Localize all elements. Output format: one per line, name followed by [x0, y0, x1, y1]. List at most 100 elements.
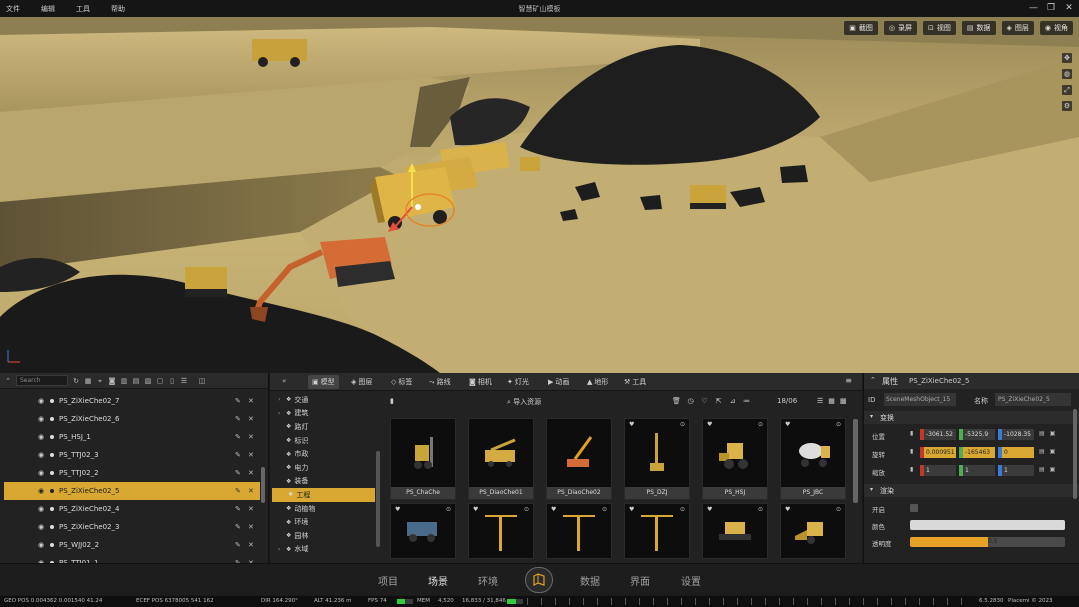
- category-item[interactable]: ❖ 环境: [270, 515, 382, 529]
- category-item[interactable]: ❖ 工程: [272, 488, 375, 502]
- category-item[interactable]: ❖ 市政: [270, 447, 382, 461]
- edit-icon[interactable]: ✎: [235, 415, 241, 423]
- outliner-item[interactable]: ◉ PS_ZiXieChe02_6 ✎ ✕: [0, 410, 258, 428]
- category-item[interactable]: ❖ 动植物: [270, 502, 382, 516]
- delete-icon[interactable]: ✕: [248, 415, 254, 423]
- asset-tile[interactable]: ♥ ⊙: [624, 503, 690, 559]
- restore-icon[interactable]: ❐: [1047, 2, 1055, 14]
- favorite-icon[interactable]: ♥: [785, 506, 790, 513]
- outliner-item[interactable]: ◉ PS_WJJ02_2 ✎ ✕: [0, 536, 258, 554]
- film-icon[interactable]: ▥: [120, 377, 128, 385]
- more-icon[interactable]: ⊙: [836, 421, 841, 428]
- render-section-header[interactable]: ▾ 渲染: [864, 484, 1079, 497]
- edit-icon[interactable]: ✎: [235, 523, 241, 531]
- copy-icon[interactable]: ▤: [1039, 430, 1045, 437]
- asset-grid-scrollbar[interactable]: [853, 419, 858, 503]
- outliner-item[interactable]: ◉ PS_ZiXieChe02_3 ✎ ✕: [0, 518, 258, 536]
- tab-layers[interactable]: ◈ 图层: [347, 375, 376, 389]
- asset-tile[interactable]: PS_DZJ ♥ ⊙: [624, 418, 690, 500]
- favorite-icon[interactable]: ♥: [707, 421, 712, 428]
- import-assets-button[interactable]: ⌕ 导入资源: [507, 397, 541, 407]
- asset-tile[interactable]: PS_DiaoChe02: [546, 418, 612, 500]
- more-icon[interactable]: ⊙: [446, 506, 451, 513]
- properties-scrollbar[interactable]: [1073, 409, 1077, 499]
- edit-icon[interactable]: ✎: [235, 469, 241, 477]
- tab-cube[interactable]: ▣ 模型: [308, 375, 339, 389]
- transform-section-header[interactable]: ▾ 变换: [864, 411, 1079, 424]
- asset-tile[interactable]: ♥ ⊙: [468, 503, 534, 559]
- panel-icon[interactable]: ◫: [198, 377, 206, 385]
- name-field[interactable]: PS_ZiXieChe02_5: [995, 393, 1071, 406]
- doc-icon[interactable]: ▯: [168, 377, 176, 385]
- tab-route[interactable]: ⤳ 路线: [425, 375, 455, 389]
- copy-icon[interactable]: ▤: [1039, 466, 1045, 473]
- more-icon[interactable]: ⊙: [524, 506, 529, 513]
- refresh-icon[interactable]: ↻: [72, 377, 80, 385]
- paste-icon[interactable]: ▣: [1050, 466, 1056, 473]
- y-field[interactable]: -5325.9: [959, 429, 995, 440]
- tile-view-icon[interactable]: ▩: [840, 397, 847, 405]
- scene-viewport[interactable]: ▣ 截图 ◎ 录屏 ⊡ 视图 ▤ 数据 ◈ 图层 ◉ 视角 ✥ ◍ ⤢ ⚙: [0, 17, 1079, 373]
- outliner-scrollbar[interactable]: [261, 467, 265, 503]
- record-button[interactable]: ◎ 录屏: [883, 21, 917, 35]
- z-field[interactable]: 0: [998, 447, 1034, 458]
- more-icon[interactable]: ⊙: [680, 421, 685, 428]
- visibility-eye-icon[interactable]: ◉: [38, 505, 44, 513]
- visibility-eye-icon[interactable]: ◉: [38, 433, 44, 441]
- screenshot-button[interactable]: ▣ 截图: [844, 21, 878, 35]
- more-icon[interactable]: ⊙: [758, 421, 763, 428]
- edit-icon[interactable]: ✎: [235, 541, 241, 549]
- data-button[interactable]: ▤ 数据: [961, 21, 996, 35]
- menu-help[interactable]: 帮助: [111, 4, 146, 14]
- camera-icon[interactable]: ◙: [108, 377, 116, 385]
- delete-icon[interactable]: ✕: [248, 451, 254, 459]
- table-icon[interactable]: ▤: [132, 377, 140, 385]
- delete-icon[interactable]: ✕: [248, 469, 254, 477]
- perspective-button[interactable]: ◉ 视角: [1039, 21, 1073, 35]
- category-item[interactable]: › ❖ 建筑: [270, 407, 382, 421]
- y-field[interactable]: -165463: [959, 447, 995, 458]
- list-view-icon[interactable]: ☰: [817, 397, 823, 405]
- favorite-icon[interactable]: ♥: [551, 506, 556, 513]
- category-item[interactable]: ❖ 园林: [270, 529, 382, 543]
- asset-tile[interactable]: PS_DiaoChe01: [468, 418, 534, 500]
- menu-icon[interactable]: ≡: [845, 376, 852, 385]
- delete-icon[interactable]: ✕: [248, 541, 254, 549]
- more-icon[interactable]: ⊙: [680, 506, 685, 513]
- more-icon[interactable]: ⊙: [602, 506, 607, 513]
- tab-camera[interactable]: ◙ 相机: [465, 375, 496, 389]
- image-icon[interactable]: ▨: [144, 377, 152, 385]
- favorite-icon[interactable]: ♥: [785, 421, 790, 428]
- delete-icon[interactable]: ✕: [248, 487, 254, 495]
- paste-icon[interactable]: ▣: [1050, 430, 1056, 437]
- list-icon[interactable]: ☰: [180, 377, 188, 385]
- square-icon[interactable]: ▢: [156, 377, 164, 385]
- view-button[interactable]: ⊡ 视图: [923, 21, 956, 35]
- lock-icon[interactable]: ▮: [910, 466, 913, 473]
- enabled-checkbox[interactable]: [910, 504, 918, 512]
- tab-bulb[interactable]: ✦ 灯光: [503, 375, 533, 389]
- visibility-eye-icon[interactable]: ◉: [38, 469, 44, 477]
- menu-file[interactable]: 文件: [6, 4, 41, 14]
- edit-icon[interactable]: ✎: [235, 433, 241, 441]
- delete-icon[interactable]: ✕: [248, 523, 254, 531]
- more-icon[interactable]: ⊙: [758, 506, 763, 513]
- category-item[interactable]: ❖ 装备: [270, 475, 382, 489]
- outliner-item[interactable]: ◉ PS_ZiXieChe02_5 ✎ ✕: [4, 482, 260, 500]
- tab-wrench[interactable]: ⚒ 工具: [620, 375, 650, 389]
- chevron-right-icon[interactable]: ›: [278, 396, 283, 403]
- favorite-icon[interactable]: ♥: [395, 506, 400, 513]
- category-item[interactable]: › ❖ 水域: [270, 543, 382, 557]
- category-item[interactable]: › ❖ 交通: [270, 393, 382, 407]
- asset-tile[interactable]: PS_JBC ♥ ⊙: [780, 418, 846, 500]
- copy-icon[interactable]: ▤: [1039, 448, 1045, 455]
- outliner-item[interactable]: ◉ PS_ZiXieChe02_4 ✎ ✕: [0, 500, 258, 518]
- visibility-eye-icon[interactable]: ◉: [38, 415, 44, 423]
- layer-button[interactable]: ◈ 图层: [1001, 21, 1034, 35]
- chevron-right-icon[interactable]: ›: [278, 410, 283, 417]
- favorite-icon[interactable]: ♥: [629, 506, 634, 513]
- nav-interface[interactable]: 界面: [630, 573, 650, 588]
- y-field[interactable]: 1: [959, 465, 995, 476]
- favorite-icon[interactable]: ♥: [629, 421, 634, 428]
- category-scrollbar[interactable]: [376, 451, 380, 547]
